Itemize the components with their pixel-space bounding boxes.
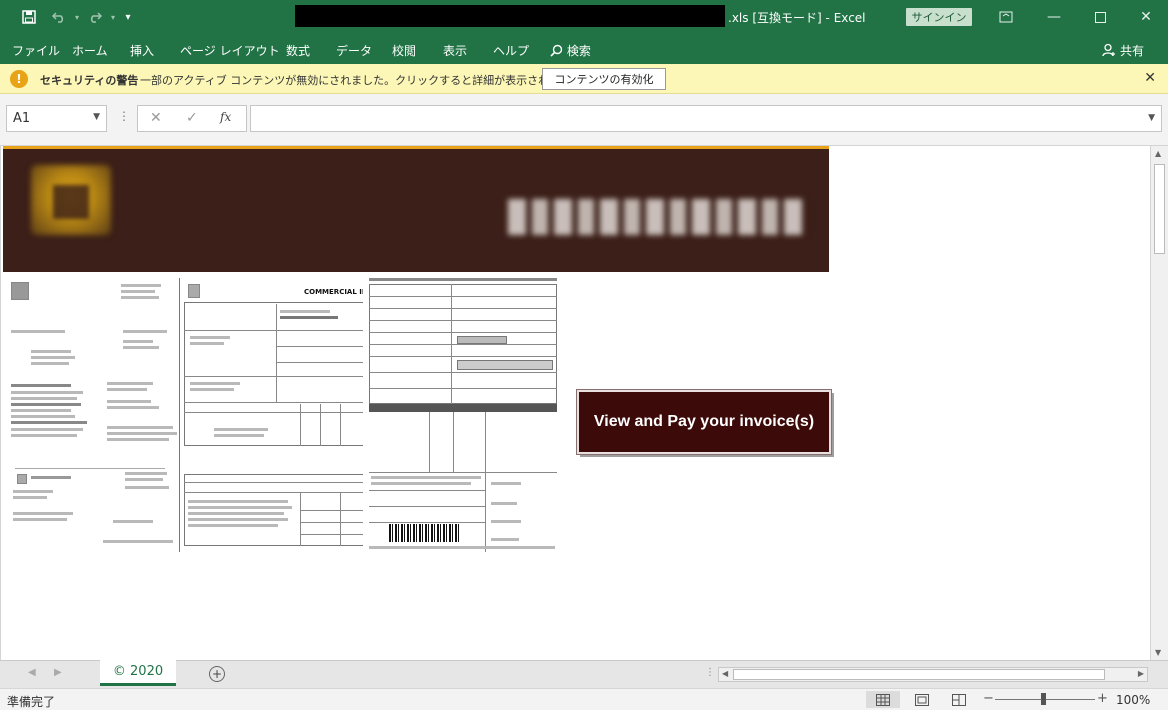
ribbon-tabs: ファイル ホーム 挿入 ページ レイアウト 数式 データ 校閲 表示 ヘルプ 検… <box>0 34 1168 64</box>
horizontal-scrollbar[interactable]: ◀ ▶ <box>718 667 1148 682</box>
barcode-graphic <box>389 524 459 542</box>
next-sheet-icon[interactable]: ▶ <box>54 667 62 678</box>
tab-file[interactable]: ファイル <box>12 42 60 59</box>
tab-insert[interactable]: 挿入 <box>130 42 154 59</box>
signin-button[interactable]: サインイン <box>906 8 972 26</box>
save-icon[interactable] <box>18 7 40 27</box>
tell-me-search[interactable]: 検索 <box>550 42 591 59</box>
formula-bar: A1 ▼ ⋮ ✕ ✓ fx ▼ <box>0 94 1168 146</box>
commercial-invoice-title: COMMERCIAL INVOICE <box>304 288 363 296</box>
security-warning-bar: ! セキュリティの警告 一部のアクティブ コンテンツが無効にされました。クリック… <box>0 64 1168 94</box>
worksheet-grid[interactable]: COMMERCIAL INVOICE <box>0 146 1150 660</box>
scroll-left-icon[interactable]: ◀ <box>722 669 728 678</box>
compatibility-mode: [互換モード] <box>752 11 822 25</box>
expand-formula-bar-icon[interactable]: ▼ <box>1148 113 1155 123</box>
search-icon <box>550 44 567 58</box>
security-warning-message[interactable]: 一部のアクティブ コンテンツが無効にされました。クリックすると詳細が表示されます… <box>140 72 581 88</box>
add-sheet-icon[interactable]: + <box>209 666 225 682</box>
shipping-form-document <box>365 276 559 554</box>
zoom-in-icon[interactable]: + <box>1097 691 1108 706</box>
blurred-brand-banner <box>3 146 829 272</box>
zoom-out-icon[interactable]: − <box>983 691 994 706</box>
blurred-shipping-document <box>3 276 177 554</box>
close-icon[interactable]: ✕ <box>1134 6 1158 28</box>
previous-sheet-icon[interactable]: ◀ <box>28 667 36 678</box>
commercial-invoice-document: COMMERCIAL INVOICE <box>179 278 363 552</box>
formula-bar-handle-icon[interactable]: ⋮ <box>118 109 130 123</box>
person-icon <box>1102 43 1120 58</box>
file-extension: .xls <box>728 11 749 25</box>
status-bar: 準備完了 − + 100% <box>0 688 1168 710</box>
sheet-tab-bar: ◀ ▶ © 2020 + ⋮ ◀ ▶ <box>0 660 1168 688</box>
horizontal-scroll-thumb[interactable] <box>733 669 1105 680</box>
name-box-value: A1 <box>13 111 31 126</box>
tab-data[interactable]: データ <box>336 42 372 59</box>
tab-review[interactable]: 校閲 <box>392 42 416 59</box>
share-label: 共有 <box>1119 44 1144 58</box>
redacted-filename <box>295 5 725 27</box>
zoom-level[interactable]: 100% <box>1116 693 1150 707</box>
blurred-brand-wordmark <box>508 199 808 235</box>
scroll-right-icon[interactable]: ▶ <box>1138 669 1144 678</box>
search-label: 検索 <box>566 44 591 58</box>
customize-toolbar-icon[interactable]: ▾ <box>117 7 139 27</box>
formula-input[interactable]: ▼ <box>250 105 1162 132</box>
window-title: .xls [互換モード] - Excel <box>728 9 866 26</box>
vertical-scrollbar[interactable]: ▲ ▼ <box>1150 146 1168 660</box>
view-and-pay-invoice-button[interactable]: View and Pay your invoice(s) <box>576 389 832 455</box>
maximize-icon[interactable] <box>1088 6 1112 28</box>
tab-view[interactable]: 表示 <box>443 42 467 59</box>
scroll-up-icon[interactable]: ▲ <box>1155 149 1161 158</box>
cancel-icon[interactable]: ✕ <box>150 110 162 126</box>
tab-formulas[interactable]: 数式 <box>286 42 310 59</box>
scroll-down-icon[interactable]: ▼ <box>1155 648 1161 657</box>
ribbon-display-options-icon[interactable] <box>994 6 1018 28</box>
tab-split-handle-icon[interactable]: ⋮ <box>705 667 715 678</box>
status-text: 準備完了 <box>7 695 56 709</box>
minimize-icon[interactable]: — <box>1042 6 1066 28</box>
page-layout-view-icon[interactable] <box>911 691 933 708</box>
formula-buttons: ✕ ✓ fx <box>137 105 247 132</box>
warning-icon: ! <box>10 70 28 88</box>
tab-page-layout[interactable]: ページ レイアウト <box>180 42 280 59</box>
sheet-tab-active[interactable]: © 2020 <box>100 660 176 686</box>
security-warning-title: セキュリティの警告 <box>40 74 139 87</box>
enter-check-icon[interactable]: ✓ <box>186 110 198 126</box>
share-button[interactable]: 共有 <box>1102 42 1144 59</box>
app-name: Excel <box>833 11 866 25</box>
page-break-preview-icon[interactable] <box>948 691 970 708</box>
vertical-scroll-thumb[interactable] <box>1154 164 1165 254</box>
tab-home[interactable]: ホーム <box>72 42 108 59</box>
title-bar: ▾ ▾ ▾ .xls [互換モード] - Excel サインイン — ✕ <box>0 0 1168 34</box>
tab-help[interactable]: ヘルプ <box>493 42 529 59</box>
name-box[interactable]: A1 ▼ <box>6 105 107 132</box>
security-bar-close-icon[interactable]: ✕ <box>1144 70 1156 86</box>
insert-function-icon[interactable]: fx <box>220 110 231 124</box>
blurred-logo-inner <box>53 185 89 219</box>
enable-content-button[interactable]: コンテンツの有効化 <box>542 68 666 90</box>
normal-view-icon[interactable] <box>866 691 900 708</box>
name-box-dropdown-icon[interactable]: ▼ <box>93 112 100 122</box>
title-separator: - <box>825 11 830 25</box>
zoom-slider-thumb[interactable] <box>1041 693 1046 705</box>
